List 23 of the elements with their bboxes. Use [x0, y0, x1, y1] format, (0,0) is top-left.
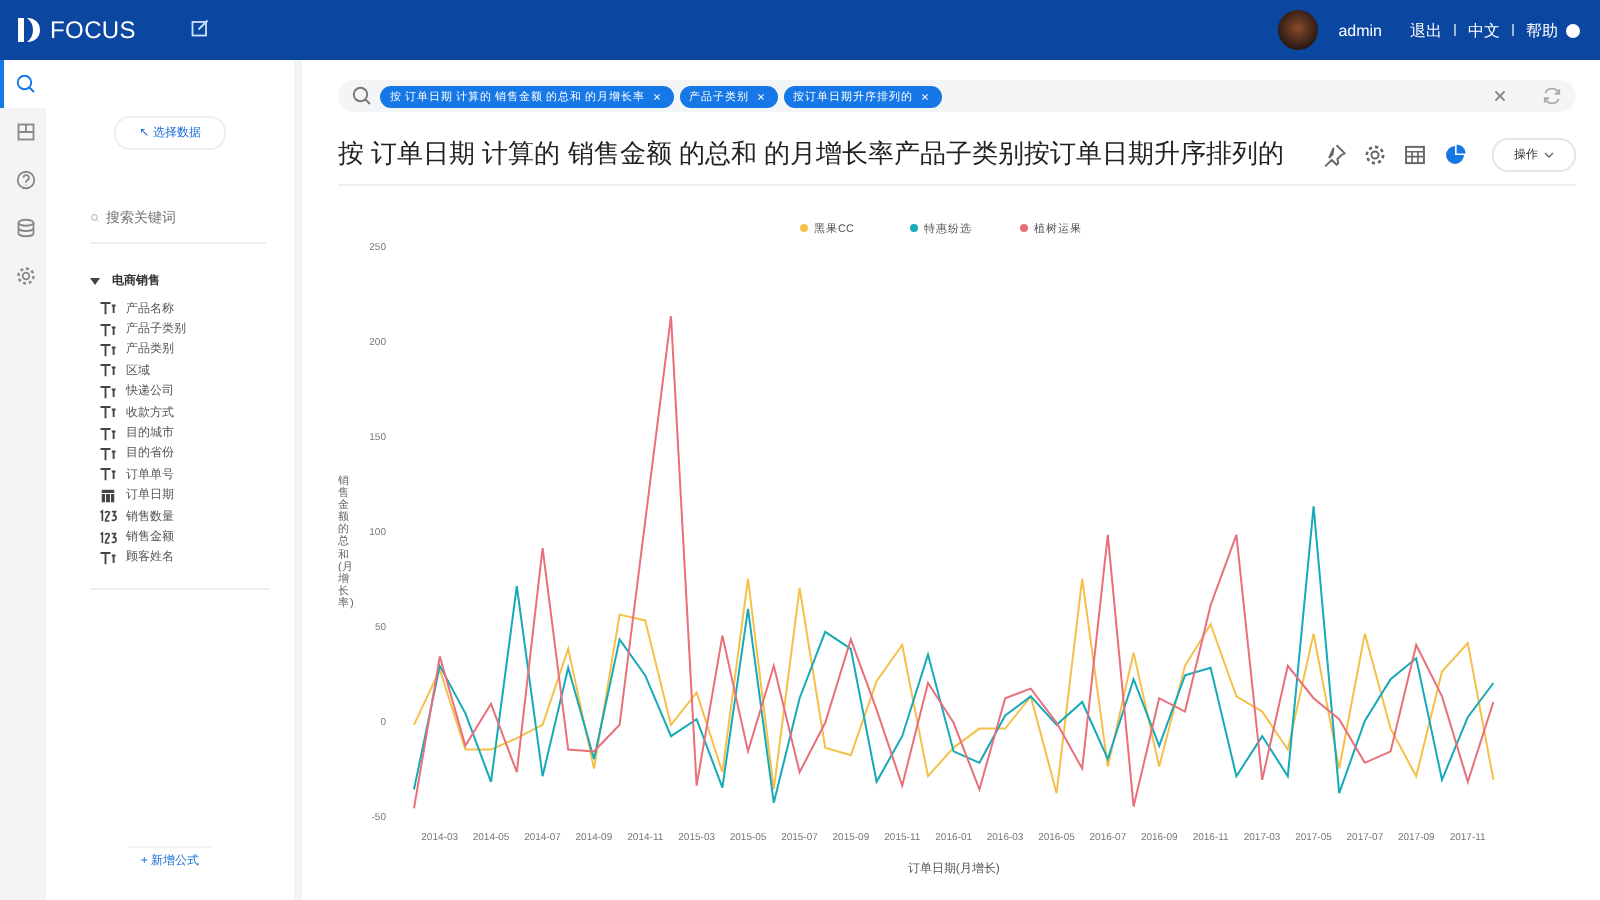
pin-icon[interactable] [1321, 141, 1347, 167]
user-avatar[interactable] [1278, 10, 1319, 50]
remove-icon [753, 89, 768, 103]
logo-text: FOCUS [50, 16, 136, 44]
header-link[interactable]: 帮助 [1514, 19, 1562, 41]
remove-icon [917, 89, 932, 103]
header-link[interactable]: 退出 [1398, 19, 1454, 41]
database-icon [13, 216, 37, 240]
chevron-icon [1544, 151, 1554, 157]
remove-icon [649, 89, 664, 103]
table-icon[interactable] [1401, 141, 1427, 167]
expand-caret-icon[interactable] [90, 276, 100, 286]
chart-title: 按 订单日期 计算的 销售金额 的总和 的月增长率产品子类别按订单日期升序排列的 [338, 136, 1287, 172]
header-link[interactable]: 中文 [1456, 19, 1512, 41]
user-name: admin [1338, 21, 1382, 39]
settings-icon [13, 264, 37, 288]
edit-icon[interactable] [188, 16, 212, 40]
pie-chart-icon[interactable] [1441, 141, 1467, 167]
panel-icon [13, 120, 37, 144]
search-icon [350, 84, 374, 108]
settings-icon[interactable] [1361, 141, 1387, 167]
logo-icon [16, 16, 42, 44]
search-icon [13, 72, 37, 96]
